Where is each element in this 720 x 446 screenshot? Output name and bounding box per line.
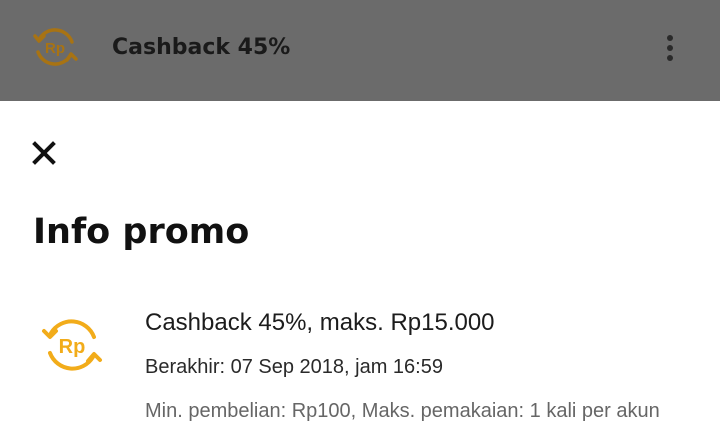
- rupiah-cashback-icon: Rp: [30, 24, 80, 70]
- promo-info-screen: Rp Cashback 45% Info promo Rp Cashback 4…: [0, 0, 720, 446]
- sheet-title: Info promo: [33, 212, 250, 252]
- close-button[interactable]: [26, 135, 62, 171]
- more-vertical-icon[interactable]: [656, 30, 684, 66]
- rupiah-cashback-icon: Rp: [38, 315, 106, 375]
- promo-title: Cashback 45%, maks. Rp15.000: [145, 309, 495, 336]
- promo-terms: Min. pembelian: Rp100, Maks. pemakaian: …: [145, 400, 660, 422]
- close-icon: [32, 141, 56, 165]
- app-bar: Rp Cashback 45%: [0, 0, 720, 101]
- promo-details: Cashback 45%, maks. Rp15.000 Berakhir: 0…: [145, 306, 715, 424]
- app-bar-title: Cashback 45%: [112, 35, 291, 60]
- promo-info-sheet: Info promo Rp Cashback 45%, maks. Rp15.0…: [0, 101, 720, 446]
- svg-text:Rp: Rp: [45, 40, 65, 57]
- promo-expiry: Berakhir: 07 Sep 2018, jam 16:59: [145, 356, 443, 378]
- svg-text:Rp: Rp: [59, 336, 86, 358]
